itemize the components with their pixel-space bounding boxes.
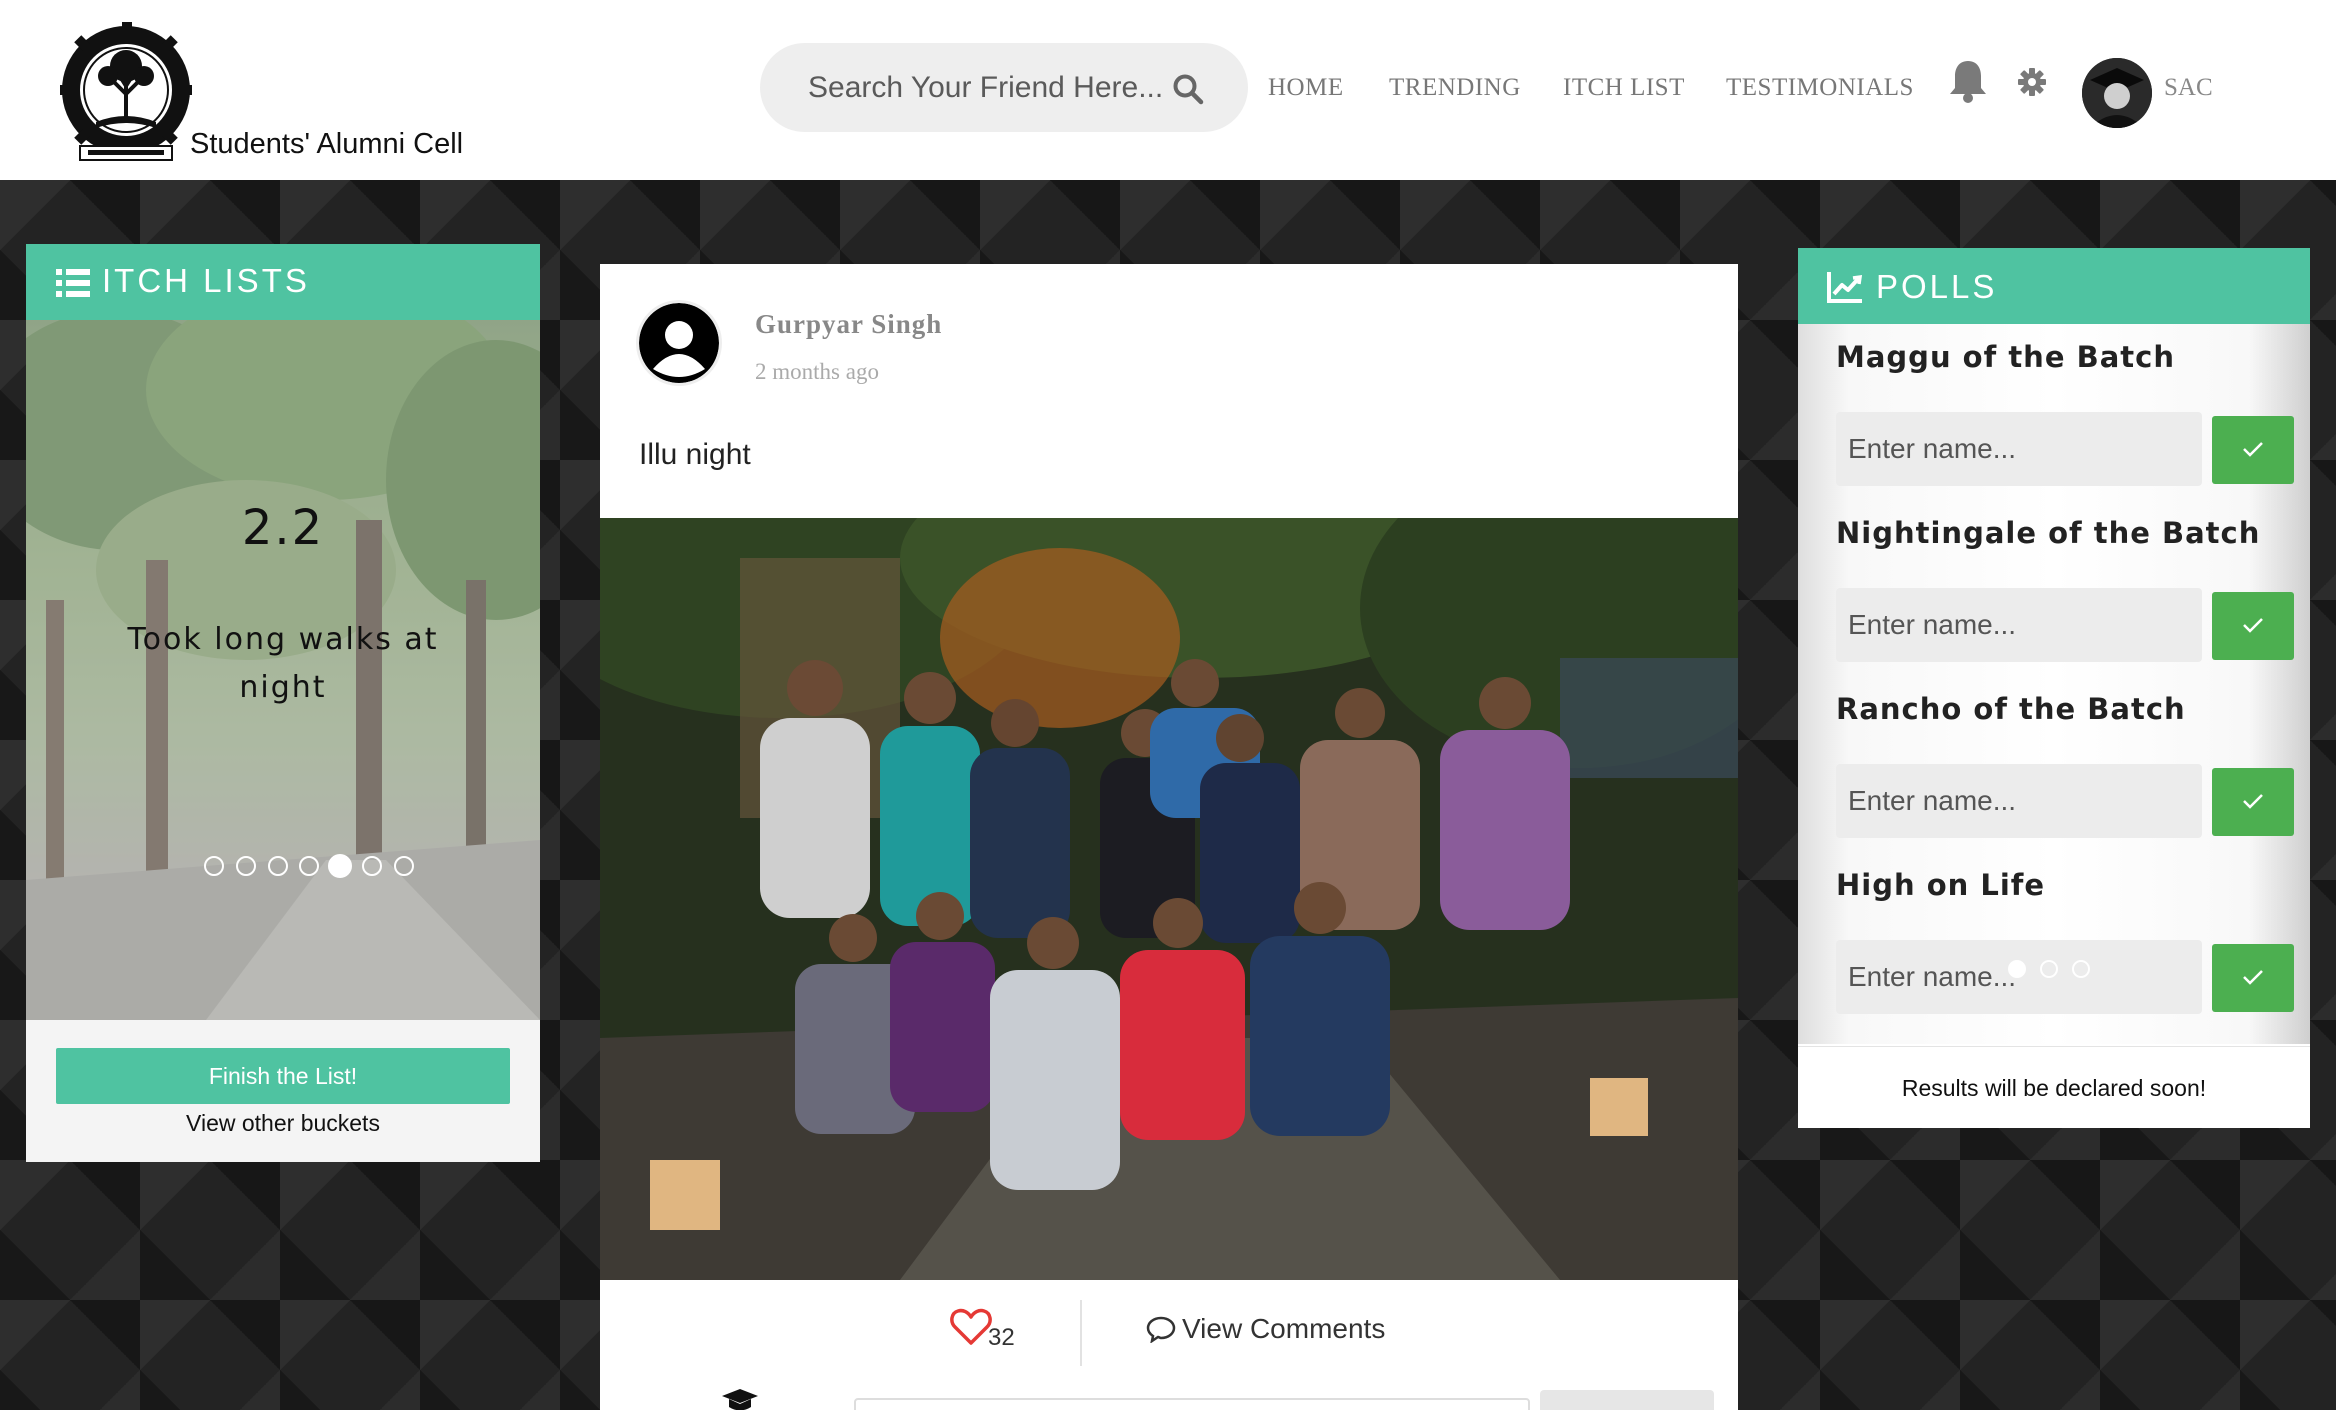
poll-submit-button[interactable] bbox=[2212, 944, 2294, 1012]
slide-number: 2.2 bbox=[241, 500, 325, 556]
carousel-dot[interactable] bbox=[299, 856, 319, 876]
check-icon bbox=[2243, 617, 2263, 633]
post-author-avatar[interactable] bbox=[636, 300, 722, 386]
poll-name-input[interactable] bbox=[1836, 764, 2202, 838]
graduation-cap-icon bbox=[722, 1389, 758, 1410]
post-timestamp: 2 months ago bbox=[755, 359, 879, 384]
post-card: Gurpyar Singh 2 months ago Illu night 32… bbox=[600, 264, 1738, 1410]
poll-submit-button[interactable] bbox=[2212, 416, 2294, 484]
poll-name-input[interactable] bbox=[1836, 588, 2202, 662]
polls-header: POLLS bbox=[1798, 248, 2310, 324]
carousel-dot-active[interactable] bbox=[328, 854, 352, 878]
nav-itch-list[interactable]: ITCH LIST bbox=[1563, 74, 1685, 102]
itch-lists-header: ITCH LISTS bbox=[26, 244, 540, 320]
post-author-name[interactable]: Gurpyar Singh bbox=[755, 309, 942, 340]
search-bar bbox=[760, 43, 1248, 132]
logo-text: Students' Alumni Cell bbox=[190, 128, 464, 160]
post-photo[interactable] bbox=[600, 518, 1738, 1280]
poll-submit-button[interactable] bbox=[2212, 592, 2294, 660]
user-label[interactable]: SAC bbox=[2164, 74, 2213, 102]
slide-text: Took long walks at night bbox=[127, 622, 439, 705]
action-divider bbox=[1080, 1300, 1082, 1366]
list-icon bbox=[56, 269, 90, 297]
carousel-dot[interactable] bbox=[204, 856, 224, 876]
check-icon bbox=[2243, 969, 2263, 985]
like-count: 32 bbox=[988, 1324, 1015, 1351]
poll-submit-button[interactable] bbox=[2212, 768, 2294, 836]
poll-carousel-dot-active[interactable] bbox=[2008, 960, 2026, 978]
itch-list-slide[interactable]: 2.2 Took long walks at night bbox=[26, 320, 540, 1020]
comment-icon[interactable] bbox=[1146, 1315, 1176, 1343]
gear-icon[interactable] bbox=[2018, 68, 2046, 96]
check-icon bbox=[2243, 793, 2263, 809]
line-chart-icon bbox=[1827, 272, 1863, 303]
post-actions: 32 View Comments bbox=[600, 1280, 1738, 1380]
heart-icon[interactable] bbox=[950, 1308, 992, 1346]
carousel-dot[interactable] bbox=[236, 856, 256, 876]
bell-icon[interactable] bbox=[1948, 58, 1988, 104]
nav-testimonials[interactable]: TESTIMONIALS bbox=[1726, 74, 1914, 102]
finish-list-button[interactable]: Finish the List! bbox=[56, 1048, 510, 1104]
search-input[interactable] bbox=[808, 43, 1168, 132]
poll-question: High on Life bbox=[1836, 868, 2046, 902]
polls-panel: POLLS Maggu of the Batch Nightingale of … bbox=[1798, 248, 2310, 1128]
nav-trending[interactable]: TRENDING bbox=[1389, 74, 1521, 102]
itch-lists-panel: ITCH LISTS 2.2 Took long walks at night … bbox=[26, 244, 540, 1162]
carousel-dot[interactable] bbox=[394, 856, 414, 876]
polls-title: POLLS bbox=[1876, 268, 1998, 305]
search-icon[interactable] bbox=[1172, 73, 1204, 105]
poll-carousel-dot[interactable] bbox=[2072, 960, 2090, 978]
comment-submit-button[interactable] bbox=[1540, 1390, 1714, 1410]
poll-question: Maggu of the Batch bbox=[1836, 340, 2175, 374]
poll-name-input[interactable] bbox=[1836, 412, 2202, 486]
poll-carousel-dot[interactable] bbox=[2040, 960, 2058, 978]
institute-logo[interactable] bbox=[60, 22, 195, 164]
post-text: Illu night bbox=[639, 438, 751, 471]
comment-input[interactable] bbox=[854, 1398, 1530, 1410]
poll-question: Nightingale of the Batch bbox=[1836, 516, 2261, 550]
polls-carousel: Maggu of the Batch Nightingale of the Ba… bbox=[1798, 324, 2310, 1044]
top-header: Students' Alumni Cell HOME TRENDING ITCH… bbox=[0, 0, 2336, 180]
check-icon bbox=[2243, 441, 2263, 457]
itch-lists-title: ITCH LISTS bbox=[102, 262, 310, 299]
poll-results-note: Results will be declared soon! bbox=[1798, 1046, 2310, 1128]
nav-home[interactable]: HOME bbox=[1268, 74, 1344, 102]
user-avatar[interactable] bbox=[2082, 58, 2152, 128]
view-other-buckets-link[interactable]: View other buckets bbox=[26, 1110, 540, 1137]
poll-question: Rancho of the Batch bbox=[1836, 692, 2186, 726]
carousel-dot[interactable] bbox=[362, 856, 382, 876]
view-comments-link[interactable]: View Comments bbox=[1182, 1313, 1385, 1345]
carousel-dot[interactable] bbox=[268, 856, 288, 876]
